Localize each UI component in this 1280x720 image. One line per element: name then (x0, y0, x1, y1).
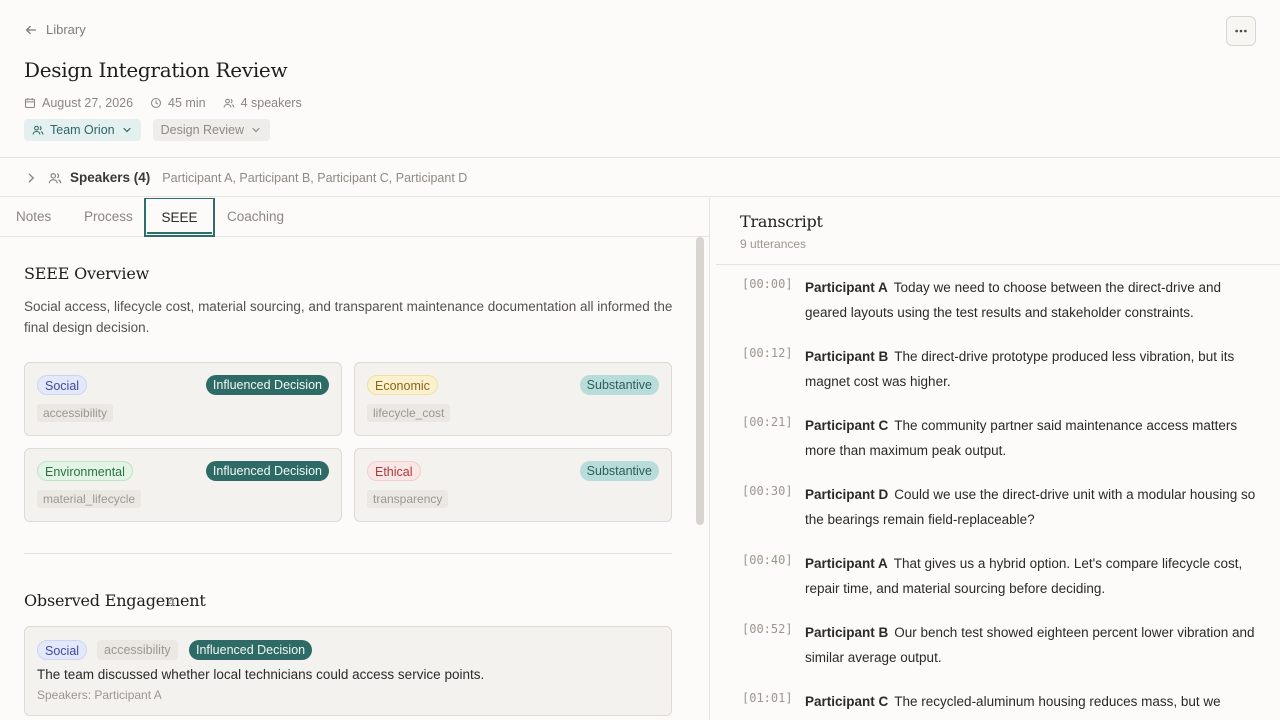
back-label: Library (46, 22, 86, 37)
seee-overview-title: SEEE Overview (24, 264, 150, 283)
analysis-tabs: Notes Process SEEE Coaching (0, 198, 709, 237)
page-title: Design Integration Review (24, 58, 288, 82)
engagement-text: The team discussed whether local technic… (37, 667, 485, 682)
utterance-timestamp[interactable]: [00:30] (742, 484, 793, 498)
more-options-button[interactable] (1226, 16, 1256, 46)
engagement-item: Social accessibility Influenced Decision… (24, 626, 672, 716)
topic-tag: transparency (367, 490, 449, 508)
date-text: August 27, 2026 (42, 96, 134, 110)
utterance-speaker: Participant A (805, 556, 888, 571)
clock-icon (151, 97, 162, 109)
seee-card-economic: Economic Substantive lifecycle_cost (354, 362, 672, 436)
utterance-text: The recycled-aluminum housing reduces ma… (894, 694, 1221, 709)
tab-notes[interactable]: Notes (16, 198, 51, 237)
chevron-down-icon (123, 127, 131, 133)
seee-card-ethical: Ethical Substantive transparency (354, 448, 672, 522)
dimension-badge: Environmental (37, 461, 133, 481)
section-divider (24, 553, 672, 554)
team-select[interactable]: Team Orion (24, 119, 141, 141)
dimension-badge: Economic (367, 375, 438, 395)
status-badge: Substantive (579, 375, 659, 395)
status-badge: Influenced Decision (205, 461, 329, 481)
utterance-timestamp[interactable]: [00:00] (742, 277, 793, 291)
seee-overview-text: Social access, lifecycle cost, material … (24, 299, 673, 335)
utterance-timestamp[interactable]: [00:21] (742, 415, 793, 429)
topic-tag: lifecycle_cost (367, 404, 451, 422)
status-badge: Substantive (579, 461, 659, 481)
utterance-speaker: Participant C (805, 418, 889, 433)
meeting-speakers-count: 4 speakers (223, 96, 302, 110)
dimension-badge: Ethical (367, 461, 421, 481)
duration-text: 45 min (168, 96, 206, 110)
utterance-speaker: Participant D (805, 487, 889, 502)
meeting-chips: Team Orion Design Review (24, 119, 270, 141)
transcript-divider (716, 264, 1280, 265)
arrow-left-icon (25, 25, 37, 34)
engagement-count: 4 (168, 595, 175, 609)
chevron-down-icon (252, 127, 260, 133)
status-badge: Influenced Decision (189, 640, 313, 660)
dimension-badge: Social (37, 375, 88, 395)
topic-tag: material_lifecycle (37, 490, 142, 508)
speakers-names: Participant A, Participant B, Participan… (162, 170, 468, 185)
topic-tag: accessibility (37, 404, 114, 422)
meeting-header: Library Design Integration Review August… (0, 0, 1280, 158)
observed-engagement-title: Observed Engagement (24, 591, 206, 610)
engagement-speakers: Speakers: Participant A (37, 688, 162, 702)
team-label: Team Orion (50, 123, 115, 137)
utterance-timestamp[interactable]: [00:40] (742, 553, 793, 567)
utterance-speaker: Participant B (805, 349, 889, 364)
tab-process[interactable]: Process (84, 198, 133, 237)
speakers-count-text: 4 speakers (240, 96, 302, 110)
users-icon (32, 125, 44, 135)
seee-card-environmental: Environmental Influenced Decision materi… (24, 448, 342, 522)
utterance-timestamp[interactable]: [01:01] (742, 691, 793, 705)
left-pane-scrollbar[interactable] (696, 237, 704, 525)
users-icon (48, 172, 62, 183)
back-to-library-link[interactable]: Library (24, 22, 86, 37)
utterance-timestamp[interactable]: [00:12] (742, 346, 793, 360)
chevron-right-icon[interactable] (24, 171, 38, 185)
meeting-type-label: Design Review (160, 123, 244, 137)
transcript-title: Transcript (740, 212, 823, 231)
transcript-utterance[interactable]: [01:01] Participant C The recycled-alumin… (742, 689, 1262, 720)
tab-seee[interactable]: SEEE (144, 198, 215, 237)
pane-divider (709, 198, 710, 720)
seee-card-social: Social Influenced Decision accessibility (24, 362, 342, 436)
meeting-date: August 27, 2026 (24, 96, 133, 110)
calendar-icon (24, 98, 36, 109)
speakers-row[interactable]: Speakers (4) Participant A, Participant … (0, 159, 1280, 197)
utterance-speaker: Participant A (805, 280, 888, 295)
utterance-timestamp[interactable]: [00:52] (742, 622, 793, 636)
more-horizontal-icon (1235, 29, 1247, 33)
meeting-type-select[interactable]: Design Review (152, 119, 270, 141)
meeting-duration: 45 min (150, 96, 206, 110)
utterance-speaker: Participant C (805, 694, 889, 709)
transcript-subtitle: 9 utterances (740, 237, 807, 251)
users-icon (223, 98, 234, 108)
utterance-speaker: Participant B (805, 625, 889, 640)
tab-coaching[interactable]: Coaching (227, 198, 284, 237)
meeting-meta: August 27, 2026 45 min 4 speakers (24, 96, 302, 110)
dimension-badge: Social (37, 640, 88, 660)
status-badge: Influenced Decision (205, 375, 329, 395)
topic-tag: accessibility (97, 640, 178, 660)
speakers-label: Speakers (4) (70, 170, 151, 185)
